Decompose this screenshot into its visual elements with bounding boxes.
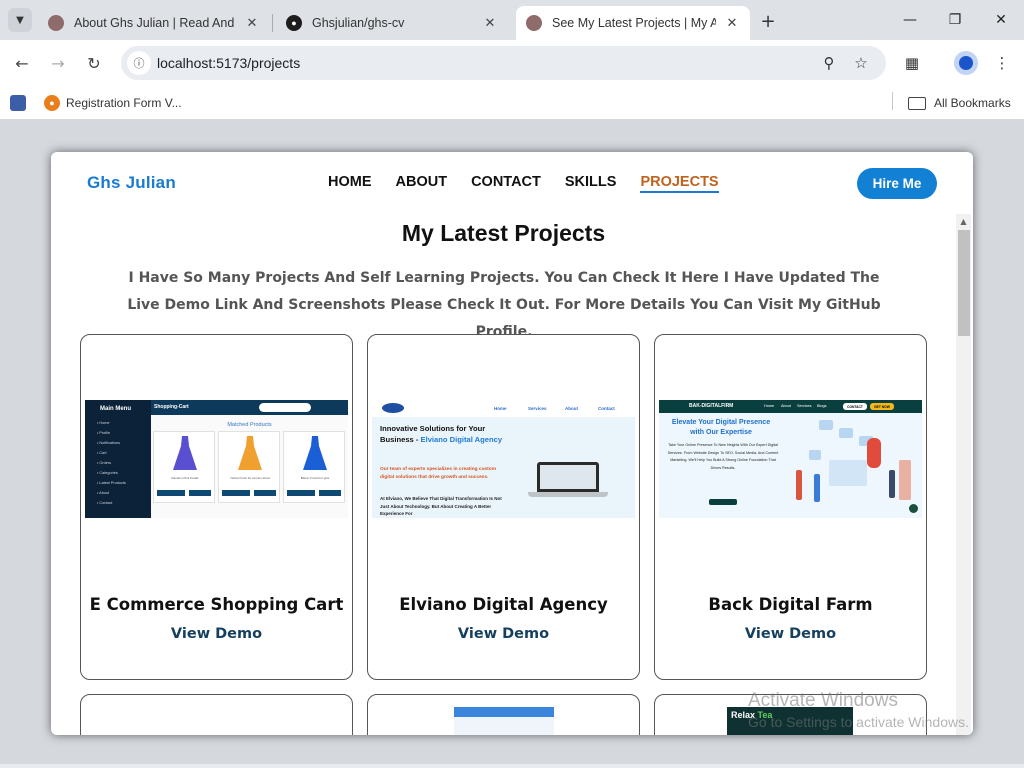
tab-search-chevron-icon[interactable]: ▼ xyxy=(8,8,32,32)
project-title: Back Digital Farm xyxy=(708,595,873,614)
nav-projects[interactable]: PROJECTS xyxy=(640,174,719,193)
github-icon: ● xyxy=(286,15,302,31)
bookmark-favicon-icon: ● xyxy=(44,95,60,111)
tab-title: About Ghs Julian | Read And Kn xyxy=(74,16,236,30)
page-title: My Latest Projects xyxy=(401,220,606,246)
thumb-body: Matched Products Random Pink Karaiz Yell… xyxy=(151,415,348,518)
close-icon[interactable]: ✕ xyxy=(724,15,740,31)
thumb-text: Main Menu xyxy=(100,406,131,412)
thumb-text: BAK-DIGITALFIRM xyxy=(689,403,734,409)
bookmark-registration-form[interactable]: ● Registration Form V... xyxy=(44,92,182,114)
bookmarks-separator xyxy=(892,92,893,110)
hire-me-button[interactable]: Hire Me xyxy=(857,168,937,199)
project-card xyxy=(80,694,353,735)
folder-icon xyxy=(908,96,926,110)
url-text[interactable]: localhost:5173/projects xyxy=(157,55,300,71)
bookmarks-bar: ● Registration Form V... All Bookmarks xyxy=(0,86,1024,120)
tab-github[interactable]: ● Ghsjulian/ghs-cv ✕ xyxy=(276,6,508,40)
tab-separator xyxy=(272,14,273,32)
restore-icon[interactable]: ❐ xyxy=(940,8,970,32)
project-card xyxy=(367,694,640,735)
thumb-text: Elviano Digital Agency xyxy=(420,435,503,444)
close-window-icon[interactable]: ✕ xyxy=(986,8,1016,32)
tab-projects[interactable]: See My Latest Projects | My All I ✕ xyxy=(516,6,750,40)
project-title: Elviano Digital Agency xyxy=(399,595,608,614)
scroll-up-arrow-icon[interactable]: ▲ xyxy=(956,214,971,228)
extensions-puzzle-icon[interactable]: ▦ xyxy=(900,51,924,75)
thumb-text: Matched Products xyxy=(227,422,272,428)
tab-title: Ghsjulian/ghs-cv xyxy=(312,16,405,30)
all-bookmarks-label: All Bookmarks xyxy=(934,96,1011,110)
address-bar[interactable]: ⓘ localhost:5173/projects ⚲ ☆ xyxy=(121,46,886,80)
project-screenshot[interactable] xyxy=(454,707,554,735)
back-arrow-icon[interactable]: ← xyxy=(10,51,34,75)
nav-home[interactable]: HOME xyxy=(328,174,372,193)
bookmark-site-icon xyxy=(10,95,26,111)
nav-about[interactable]: ABOUT xyxy=(396,174,448,193)
view-demo-link[interactable]: View Demo xyxy=(368,626,639,642)
view-demo-link[interactable]: View Demo xyxy=(655,626,926,642)
close-icon[interactable]: ✕ xyxy=(244,15,260,31)
minimize-icon[interactable]: — xyxy=(895,8,925,32)
menu-dots-icon[interactable]: ⋮ xyxy=(990,51,1014,75)
all-bookmarks[interactable]: All Bookmarks xyxy=(908,92,1011,114)
activate-windows-watermark: Activate Windows xyxy=(748,690,898,711)
project-screenshot-elviano[interactable]: Home Services About Contact Innovative S… xyxy=(372,400,635,518)
project-card: Home Services About Contact Innovative S… xyxy=(367,334,640,680)
thumb-text: Shopping-Cart xyxy=(154,404,189,410)
project-card: Main Menu • Home • Profile • Notificatio… xyxy=(80,334,353,680)
project-screenshot-shopping-cart[interactable]: Main Menu • Home • Profile • Notificatio… xyxy=(85,400,348,518)
tab-title: See My Latest Projects | My All I xyxy=(552,16,716,30)
profile-favicon-icon xyxy=(48,15,64,31)
view-demo-link[interactable]: View Demo xyxy=(81,626,352,642)
site-info-icon[interactable]: ⓘ xyxy=(127,51,151,75)
main-nav: HOME ABOUT CONTACT SKILLS PROJECTS xyxy=(328,174,743,193)
project-card: BAK-DIGITALFIRM Home About Services Blog… xyxy=(654,334,927,680)
activate-windows-hint: Go to Settings to activate Windows. xyxy=(748,714,969,730)
tab-about[interactable]: About Ghs Julian | Read And Kn ✕ xyxy=(38,6,270,40)
close-icon[interactable]: ✕ xyxy=(482,15,498,31)
nav-skills[interactable]: SKILLS xyxy=(565,174,617,193)
thumb-text: At Elviano, We Believe That Digital Tran… xyxy=(380,496,502,516)
project-title: E Commerce Shopping Cart xyxy=(89,595,344,614)
tab-strip: ▼ About Ghs Julian | Read And Kn ✕ ● Ghs… xyxy=(0,0,1024,40)
thumb-text: Elevate Your Digital Presence with Our E… xyxy=(671,419,771,436)
site-logo[interactable]: Ghs Julian xyxy=(87,173,176,193)
bookmark-item[interactable] xyxy=(10,92,32,114)
forward-arrow-icon[interactable]: → xyxy=(46,51,70,75)
thumb-topbar: Shopping-Cart xyxy=(151,400,348,415)
scrollbar-thumb[interactable] xyxy=(958,230,970,336)
zoom-icon[interactable]: ⚲ xyxy=(819,53,839,73)
profile-favicon-icon xyxy=(526,15,542,31)
thumb-text: Our team of experts specializes in creat… xyxy=(380,467,496,480)
new-tab-button[interactable]: + xyxy=(757,10,779,32)
bottom-edge xyxy=(0,764,1024,768)
thumb-sidebar: Main Menu • Home • Profile • Notificatio… xyxy=(85,400,151,518)
bookmark-label: Registration Form V... xyxy=(66,96,182,110)
star-bookmark-icon[interactable]: ☆ xyxy=(851,53,871,73)
portfolio-site: Ghs Julian HOME ABOUT CONTACT SKILLS PRO… xyxy=(51,152,973,735)
project-screenshot-digital-farm[interactable]: BAK-DIGITALFIRM Home About Services Blog… xyxy=(659,400,922,518)
reload-icon[interactable]: ↻ xyxy=(82,51,106,75)
nav-contact[interactable]: CONTACT xyxy=(471,174,541,193)
profile-avatar-icon[interactable] xyxy=(954,51,978,75)
browser-toolbar: ← → ↻ ⓘ localhost:5173/projects ⚲ ☆ ▦ ⋮ xyxy=(0,40,1024,86)
site-header: Ghs Julian HOME ABOUT CONTACT SKILLS PRO… xyxy=(51,152,973,212)
